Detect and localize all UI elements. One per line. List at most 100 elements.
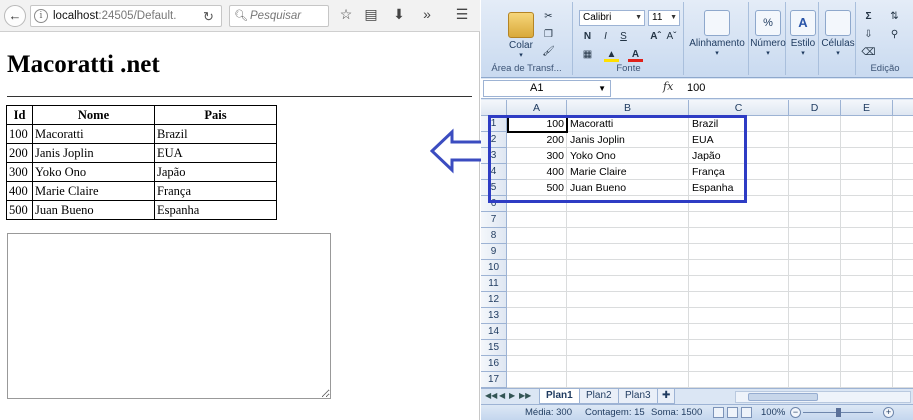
row-header[interactable]: 16 [481,356,507,372]
info-icon[interactable]: i [34,9,48,23]
last-sheet-icon[interactable]: ▶▶ [519,391,531,400]
sheet-tab-plan3[interactable]: Plan3 [618,389,658,404]
font-size-dropdown[interactable]: 11 ▼ [648,10,680,26]
bold-button[interactable]: N [580,30,595,44]
row-header[interactable]: 11 [481,276,507,292]
reading-list-icon[interactable]: ▤ [362,6,380,23]
column-header-f[interactable] [893,100,913,116]
first-sheet-icon[interactable]: ◀◀ [485,391,497,400]
column-header-pais: Pais [154,105,277,125]
column-gridline [788,116,789,388]
number-button[interactable]: % Número ▾ [750,10,786,57]
font-name-dropdown[interactable]: Calibri ▼ [579,10,645,26]
font-color-icon[interactable]: A [628,48,643,62]
row-gridline [507,307,913,308]
row-header[interactable]: 13 [481,308,507,324]
clear-icon[interactable]: ⌫ [861,46,876,60]
shrink-font-icon[interactable]: Aˇ [664,30,679,44]
row-header[interactable]: 7 [481,212,507,228]
borders-icon[interactable]: ▦ [580,48,595,62]
cell-id: 500 [6,200,33,220]
row-header[interactable]: 14 [481,324,507,340]
chevron-down-icon: ▼ [635,14,642,21]
style-group: A Estilo ▾ [787,2,819,75]
search-input[interactable]: 🔍︎ Pesquisar [229,5,329,27]
page-break-view-icon[interactable] [741,407,752,418]
cut-icon[interactable]: ✂ [541,10,556,24]
cell-id: 400 [6,181,33,201]
grow-font-icon[interactable]: Aˆ [648,30,663,44]
horizontal-scrollbar[interactable] [735,391,911,403]
reload-icon[interactable]: ↻ [203,9,214,25]
sheet-tab-plan1[interactable]: Plan1 [539,389,580,404]
next-sheet-icon[interactable]: ▶ [509,391,515,400]
prev-sheet-icon[interactable]: ◀ [499,391,505,400]
style-button[interactable]: A Estilo ▾ [787,10,819,57]
row-gridline [507,211,913,212]
row-gridline [507,291,913,292]
back-button[interactable]: ← [4,5,26,27]
row-header[interactable]: 8 [481,228,507,244]
italic-button[interactable]: I [598,30,613,44]
cells-group: Células ▾ [820,2,856,75]
column-header-d[interactable]: D [789,100,841,116]
table-header-row: Id Nome Pais [6,105,277,125]
page-layout-view-icon[interactable] [727,407,738,418]
fill-icon[interactable]: ⇩ [861,28,876,42]
search-icon: 🔍︎ [234,10,248,22]
column-header-a[interactable]: A [507,100,567,116]
divider [7,96,472,97]
address-bar[interactable]: i localhost:24505/Default. ↻ [30,5,222,27]
column-header-e[interactable]: E [841,100,893,116]
autosum-icon[interactable]: Σ [861,10,876,24]
cell-id: 200 [6,143,33,163]
row-header[interactable]: 17 [481,372,507,388]
clipboard-group: Colar ▾ ✂ ❐ 🖌︎ Área de Transf... [481,2,573,75]
cells-button[interactable]: Células ▾ [820,10,856,57]
paste-textarea[interactable] [7,233,331,399]
select-all-corner[interactable] [481,100,507,116]
alignment-button[interactable]: Alinhamento ▾ [687,10,747,57]
cell-pais: Espanha [154,200,277,220]
zoom-in-icon[interactable]: + [883,407,894,418]
row-gridline [507,355,913,356]
zoom-level[interactable]: 100% [761,407,785,418]
cell-nome: Juan Bueno [32,200,155,220]
worksheet-grid[interactable]: A B C D E 1 2 3 4 5 6 7 8 9 10 11 12 13 14 15 16 17 100 … [481,100,913,388]
paste-button[interactable]: Colar ▾ [503,12,539,59]
zoom-out-icon[interactable]: − [790,407,801,418]
row-header[interactable]: 10 [481,260,507,276]
overflow-chevron-icon[interactable]: » [418,6,436,22]
row-header[interactable]: 9 [481,244,507,260]
formula-input[interactable]: 100 [687,82,705,94]
excel-window: Colar ▾ ✂ ❐ 🖌︎ Área de Transf... Calibri… [481,0,913,420]
fill-color-icon[interactable]: ▲ [604,48,619,62]
zoom-slider-knob[interactable] [836,408,841,417]
table-row: 300 Yoko Ono Japão [6,162,277,182]
sheet-tab-plan2[interactable]: Plan2 [579,389,619,404]
function-icon[interactable]: fx [663,80,673,93]
normal-view-icon[interactable] [713,407,724,418]
insert-sheet-icon[interactable]: ✚ [657,389,676,404]
left-arrow-shape [430,128,488,174]
row-header[interactable]: 12 [481,292,507,308]
column-gridline [840,116,841,388]
underline-button[interactable]: S [616,30,631,44]
row-gridline [507,339,913,340]
format-painter-icon[interactable]: 🖌︎ [541,45,556,59]
column-header-b[interactable]: B [567,100,689,116]
sort-filter-icon[interactable]: ⇅ [887,10,902,24]
scrollbar-thumb[interactable] [748,393,818,401]
table-row: 400 Marie Claire França [6,181,277,201]
find-icon[interactable]: ⚲ [887,28,902,42]
bookmark-star-icon[interactable]: ☆ [337,6,355,23]
copy-icon[interactable]: ❐ [541,28,556,42]
clipboard-icon [508,12,534,38]
menu-icon[interactable]: ☰ [453,6,471,23]
alignment-group: Alinhamento ▾ [685,2,749,75]
download-icon[interactable]: ⬇ [390,6,408,23]
row-header[interactable]: 15 [481,340,507,356]
name-box[interactable]: A1 ▼ [483,80,611,97]
status-bar: Média: 300 Contagem: 15 Soma: 1500 100% … [481,404,913,420]
column-header-c[interactable]: C [689,100,789,116]
